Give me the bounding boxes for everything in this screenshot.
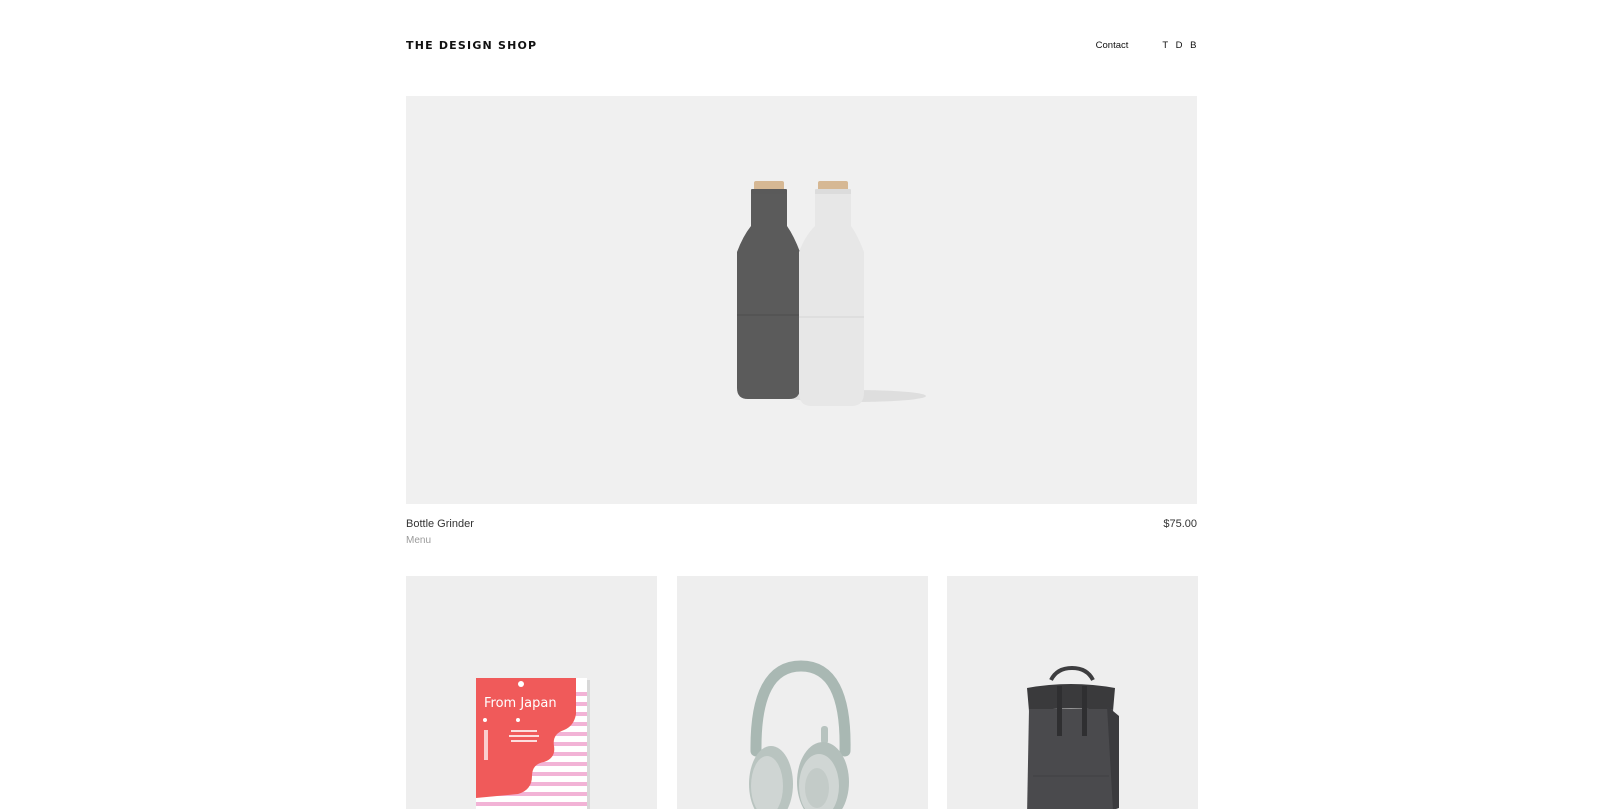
product-name[interactable]: Bottle Grinder xyxy=(406,518,1197,530)
book-illustration: From Japan xyxy=(476,678,590,809)
product-price: $75.00 xyxy=(1163,518,1197,530)
product-card-backpack[interactable] xyxy=(947,576,1198,809)
bottle-grinder-illustration xyxy=(737,181,926,406)
product-card-book[interactable]: From Japan xyxy=(406,576,657,809)
featured-product-info: Bottle Grinder Menu $75.00 xyxy=(406,518,1197,546)
featured-product-image[interactable] xyxy=(406,96,1197,504)
nav-contact[interactable]: Contact xyxy=(1096,40,1129,51)
product-brand: Menu xyxy=(406,535,432,546)
site-logo[interactable]: THE DESIGN SHOP xyxy=(406,39,537,52)
product-card-headphones[interactable] xyxy=(677,576,928,809)
headphones-illustration xyxy=(749,660,851,809)
main-nav: Contact T D B xyxy=(1096,40,1197,51)
book-cover-title: From Japan xyxy=(484,696,557,711)
page: THE DESIGN SHOP Contact T D B Bottle Gri… xyxy=(0,0,1600,809)
nav-tdb[interactable]: T D B xyxy=(1162,40,1199,51)
backpack-illustration xyxy=(1027,665,1119,809)
site-header: THE DESIGN SHOP Contact T D B xyxy=(406,36,1197,56)
